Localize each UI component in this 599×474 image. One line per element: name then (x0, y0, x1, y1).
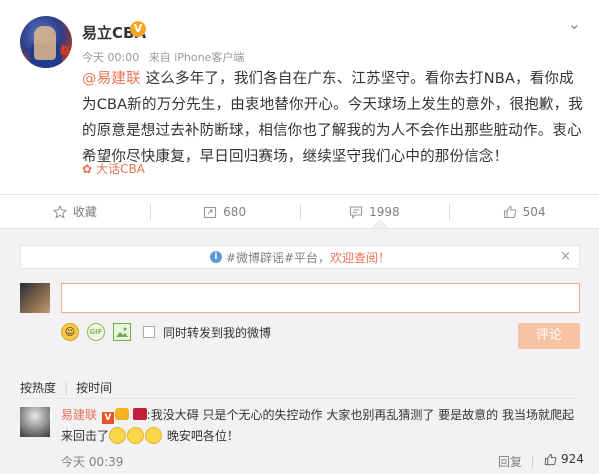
smile-emoji-icon (127, 427, 145, 444)
post-content: @易建联 这么多年了，我们各自在广东、江苏坚守。看你去打NBA，看你成为CBA新… (82, 66, 588, 170)
level-badge-icon (132, 408, 147, 420)
repost-button[interactable]: 680 (149, 195, 300, 228)
forward-checkbox[interactable] (143, 326, 155, 338)
smile-emoji-icon (145, 427, 163, 444)
comment-count: 1998 (369, 204, 400, 219)
comment-time: 今天 00:39 (61, 455, 124, 469)
mention-link[interactable]: @易建联 (82, 71, 141, 87)
rumor-notice: i #微博辟谣#平台， 欢迎查阅！ × (20, 245, 580, 269)
star-icon (52, 204, 67, 219)
notice-text: #微博辟谣#平台， (225, 250, 331, 265)
post-meta: 今天 00:00 来自 iPhone客户端 (82, 49, 244, 65)
comment-icon (350, 205, 363, 219)
comment-like-count: 924 (561, 452, 584, 466)
favorite-label: 收藏 (72, 205, 97, 219)
like-count: 504 (522, 204, 546, 219)
post-text: 这么多年了，我们各自在广东、江苏坚守。看你去打NBA，看你成为CBA新的万分先生… (82, 71, 583, 165)
favorite-button[interactable]: 收藏 (0, 195, 150, 228)
reply-button[interactable]: 回复 (498, 453, 522, 470)
verified-badge-icon: V (101, 412, 114, 424)
repost-icon (204, 206, 217, 218)
sort-by-time[interactable]: 按时间 (76, 381, 112, 395)
info-icon: i (209, 251, 222, 263)
action-bar: 收藏 680 1998 504 (0, 194, 599, 228)
comment-sort-bar: 按热度 | 按时间 (20, 379, 580, 399)
author-avatar[interactable]: 赵 (20, 16, 72, 68)
source-label: 大话CBA (96, 162, 145, 176)
thumbs-up-icon (544, 453, 557, 465)
location-pin-icon: ✿ (82, 162, 93, 176)
my-avatar (20, 283, 50, 313)
comment-tools: ☺ GIF 同时转发到我的微博 (61, 323, 271, 341)
notice-link[interactable]: 欢迎查阅！ (330, 249, 390, 266)
sort-by-hot[interactable]: 按热度 (20, 381, 56, 395)
smile-emoji-icon (109, 427, 127, 444)
comment-input[interactable] (61, 283, 580, 313)
emoji-icon[interactable]: ☺ (61, 323, 79, 341)
post-via: 来自 iPhone客户端 (148, 51, 245, 64)
post-time[interactable]: 今天 00:00 (82, 51, 139, 64)
image-icon[interactable] (113, 323, 131, 341)
comment-text-end: 晚安吧各位！ (163, 429, 239, 443)
like-button[interactable]: 504 (449, 195, 599, 228)
chevron-down-icon[interactable]: ⌄ (568, 14, 581, 33)
forward-label: 同时转发到我的微博 (163, 325, 272, 340)
avatar-tag: 赵 (60, 46, 70, 57)
commenter-avatar[interactable] (20, 407, 50, 437)
post-source[interactable]: ✿ 大话CBA (82, 160, 145, 177)
comment-button[interactable]: 1998 (299, 195, 450, 228)
comment-like-button[interactable]: 924 (544, 452, 584, 466)
comment-body: 易建联 V :我没大碍 只是个无心的失控动作 大家也别再乱猜测了 要是故意的 我… (61, 405, 581, 447)
thumbs-up-icon (503, 205, 517, 218)
close-icon[interactable]: × (560, 249, 571, 264)
weibo-post: 赵 易立CBA V ⌄ 今天 00:00 来自 iPhone客户端 @易建联 这… (0, 0, 599, 194)
gif-icon[interactable]: GIF (87, 323, 105, 341)
comment-submit-button[interactable]: 评论 (518, 323, 580, 349)
repost-count: 680 (223, 204, 247, 219)
member-badge-icon (114, 408, 129, 420)
comments-panel: i #微博辟谣#平台， 欢迎查阅！ × ☺ GIF 同时转发到我的微博 评论 按热… (0, 228, 599, 474)
verified-badge-icon: V (130, 21, 146, 37)
commenter-name[interactable]: 易建联 (61, 408, 97, 422)
